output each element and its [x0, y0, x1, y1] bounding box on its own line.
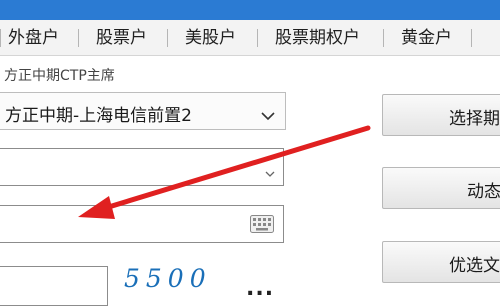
- tab-separator: [257, 29, 258, 47]
- broker-section-label: 方正中期CTP主席: [4, 68, 115, 84]
- captcha-field[interactable]: [0, 266, 108, 306]
- chevron-down-icon[interactable]: [261, 106, 275, 125]
- tab-separator: [78, 29, 79, 47]
- select-futures-company-label: 选择期: [449, 109, 500, 129]
- tab-separator: [383, 29, 384, 47]
- tab-us-stock[interactable]: 美股户: [185, 26, 236, 50]
- dynamic-password-label: 动态: [467, 182, 500, 202]
- account-field[interactable]: [0, 148, 284, 186]
- server-select-value: 方正中期-上海电信前置2: [5, 106, 192, 126]
- captcha-image[interactable]: 5500: [124, 264, 212, 293]
- dynamic-password-button[interactable]: 动态: [382, 167, 500, 209]
- server-select[interactable]: 方正中期-上海电信前置2: [0, 92, 286, 130]
- window-title-bar: [0, 0, 500, 20]
- tab-separator: [0, 29, 1, 47]
- tab-separator: [471, 29, 472, 47]
- tab-stock-options[interactable]: 股票期权户: [275, 26, 360, 50]
- tab-stock[interactable]: 股票户: [96, 26, 147, 50]
- password-field[interactable]: [0, 205, 284, 243]
- optimize-server-label: 优选文: [449, 256, 500, 276]
- account-type-tabs: 外盘户 股票户 美股户 股票期权户 黄金户: [0, 20, 500, 56]
- tab-foreign-futures[interactable]: 外盘户: [8, 26, 59, 50]
- optimize-server-button[interactable]: 优选文: [382, 241, 500, 283]
- chevron-down-icon[interactable]: [265, 163, 275, 182]
- keyboard-icon[interactable]: [250, 215, 274, 237]
- more-button[interactable]: ...: [246, 276, 274, 301]
- select-futures-company-button[interactable]: 选择期: [382, 94, 500, 136]
- tab-gold[interactable]: 黄金户: [401, 26, 452, 50]
- tab-separator: [167, 29, 168, 47]
